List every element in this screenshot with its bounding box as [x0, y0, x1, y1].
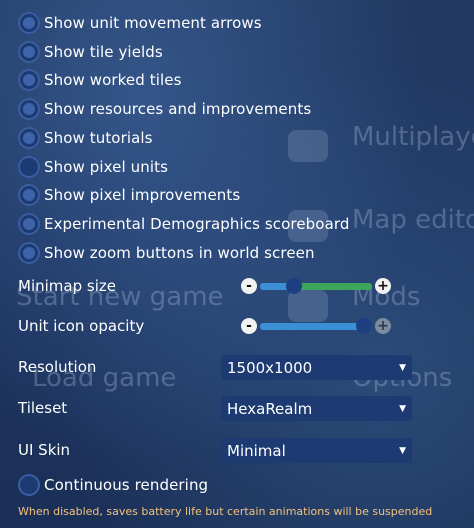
ui-skin-select[interactable]: Minimal ▼ — [221, 438, 412, 463]
tileset-select[interactable]: HexaRealm ▼ — [221, 396, 412, 421]
battery-note: When disabled, saves battery life but ce… — [18, 505, 433, 518]
checkbox-icon[interactable] — [18, 40, 40, 63]
checkbox-icon[interactable] — [18, 212, 40, 235]
minimap-size-label: Minimap size — [18, 277, 116, 295]
opacity-plus-button[interactable]: + — [375, 318, 391, 334]
minimap-slider[interactable] — [260, 276, 372, 296]
checkbox-icon[interactable] — [18, 98, 40, 121]
option-label: Show pixel improvements — [44, 186, 241, 205]
continuous-rendering-label: Continuous rendering — [44, 476, 209, 494]
opacity-knob[interactable] — [356, 318, 372, 334]
unit-icon-opacity-label: Unit icon opacity — [18, 317, 145, 335]
checkbox-icon[interactable] — [18, 241, 40, 264]
option-checkbox[interactable]: Show unit movement arrows — [18, 10, 262, 36]
option-label: Show pixel units — [44, 157, 168, 176]
option-label: Show worked tiles — [44, 71, 182, 90]
option-checkbox[interactable]: Experimental Demographics scoreboard — [18, 211, 350, 237]
tileset-value: HexaRealm — [227, 399, 313, 418]
checkbox-icon[interactable] — [18, 126, 40, 149]
tileset-label: Tileset — [18, 399, 68, 417]
checkbox-icon[interactable] — [18, 69, 40, 92]
option-checkbox[interactable]: Show worked tiles — [18, 67, 181, 93]
option-label: Show tile yields — [44, 42, 163, 61]
chevron-down-icon: ▼ — [399, 362, 406, 373]
option-checkbox[interactable]: Show zoom buttons in world screen — [18, 240, 315, 266]
minimap-minus-button[interactable]: - — [241, 278, 257, 294]
chevron-down-icon: ▼ — [399, 403, 406, 414]
option-checkbox[interactable]: Show resources and improvements — [18, 96, 311, 122]
minimap-plus-button[interactable]: + — [375, 278, 391, 294]
option-checkbox[interactable]: Show pixel units — [18, 154, 168, 180]
option-checkbox[interactable]: Show pixel improvements — [18, 182, 240, 208]
checkbox-icon[interactable] — [18, 474, 40, 496]
option-label: Experimental Demographics scoreboard — [44, 214, 350, 233]
option-label: Show tutorials — [44, 128, 153, 147]
opacity-minus-button[interactable]: - — [241, 318, 257, 334]
option-checkbox[interactable]: Show tile yields — [18, 39, 163, 65]
options-panel: Show unit movement arrows Show tile yield… — [0, 0, 474, 528]
checkbox-icon[interactable] — [18, 155, 40, 178]
continuous-rendering-checkbox[interactable]: Continuous rendering — [18, 472, 208, 498]
option-label: Show zoom buttons in world screen — [44, 243, 315, 262]
minimap-track-right — [293, 283, 372, 290]
resolution-value: 1500x1000 — [227, 358, 313, 377]
checkbox-icon[interactable] — [18, 184, 40, 207]
chevron-down-icon: ▼ — [399, 445, 406, 456]
ui-skin-label: UI Skin — [18, 441, 71, 459]
ui-skin-value: Minimal — [227, 441, 286, 460]
resolution-label: Resolution — [18, 358, 97, 376]
resolution-select[interactable]: 1500x1000 ▼ — [221, 355, 412, 380]
checkbox-icon[interactable] — [18, 12, 40, 34]
opacity-slider[interactable] — [260, 316, 372, 336]
option-label: Show unit movement arrows — [44, 14, 262, 32]
opacity-track-left — [260, 323, 364, 330]
minimap-knob[interactable] — [285, 278, 302, 294]
option-label: Show resources and improvements — [44, 100, 312, 119]
option-checkbox[interactable]: Show tutorials — [18, 125, 153, 151]
